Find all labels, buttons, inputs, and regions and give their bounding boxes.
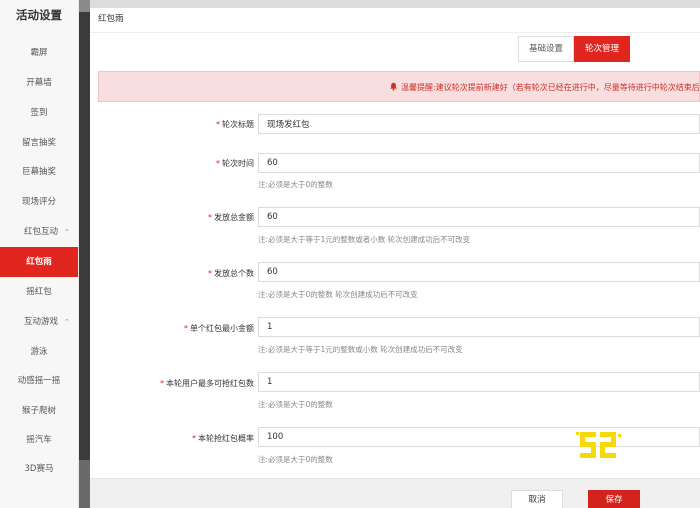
field-label-max-grab: * 本轮用户最多可抢红包数 [160,379,254,388]
sidebar-item-xianchang-pingfen[interactable]: 现场评分 [0,187,78,217]
notice-banner: 温馨提醒:建议轮次提前新建好（若有轮次已经在进行中，尽量等待进行中轮次结束后再创… [98,71,700,102]
hongbaoyu-panel: 红包雨 基础设置 轮次管理 温馨提醒:建议轮次提前新建好（若有轮次已经在进行中，… [90,8,700,508]
logo-52-icon [576,432,621,458]
min-amount-input[interactable] [258,317,700,337]
sidebar-title: 活动设置 [16,8,62,22]
sidebar-group-label: 红包互动 [24,227,59,237]
grab-probability-input[interactable] [258,427,700,447]
sidebar: 活动设置 霸屏 开幕墙 签到 留言抽奖 巨幕抽奖 现场评分 红包互动 ⌃ 红包雨… [0,0,79,508]
sidebar-group-hongbao[interactable]: 红包互动 ⌃ [0,219,78,245]
panel-title: 红包雨 [90,8,700,33]
sidebar-item-3d-saima[interactable]: 3D赛马 [0,454,78,484]
field-hint-total-amount: 注:必须是大于等于1元的整数或者小数 轮次创建成功后不可改变 [258,235,471,244]
chevron-up-icon: ⌃ [64,228,70,236]
sidebar-group-games[interactable]: 互动游戏 ⌃ [0,309,78,335]
round-time-input[interactable] [258,153,700,173]
field-hint-total-count: 注:必须是大于0的整数 轮次创建成功后不可改变 [258,290,418,299]
sidebar-item-yaoqiche[interactable]: 摇汽车 [0,425,78,455]
chevron-up-icon: ⌃ [64,318,70,326]
sidebar-item-liuyan-choujiang[interactable]: 留言抽奖 [0,128,78,158]
notice-text: 温馨提醒:建议轮次提前新建好（若有轮次已经在进行中，尽量等待进行中轮次结束后再创… [401,83,700,92]
sidebar-item-donggan-yaoyiyao[interactable]: 动感摇一摇 [0,366,78,396]
max-grab-input[interactable] [258,372,700,392]
sidebar-item-youyong[interactable]: 游泳 [0,337,78,367]
total-count-input[interactable] [258,262,700,282]
field-label-round-time: * 轮次时间 [216,159,254,168]
bell-icon [390,82,397,91]
modal-backdrop [79,0,90,508]
tab-round-management[interactable]: 轮次管理 [574,36,631,62]
sidebar-item-kaimuqiang[interactable]: 开幕墙 [0,68,78,98]
save-button[interactable]: 保存 [588,490,640,508]
sidebar-item-yaohongbao[interactable]: 摇红包 [0,277,78,307]
field-hint-grab-probability: 注:必须是大于0的整数 [258,455,333,464]
sidebar-item-bapin[interactable]: 霸屏 [0,38,78,68]
field-label-total-amount: * 发放总金额 [208,213,254,222]
panel-footer: 取消 保存 [90,478,700,508]
field-label-min-amount: * 单个红包最小金额 [184,324,254,333]
sidebar-group-label: 互动游戏 [24,317,59,327]
field-hint-max-grab: 注:必须是大于0的整数 [258,400,333,409]
field-label-total-count: * 发放总个数 [208,269,254,278]
sidebar-item-hongbaoyu[interactable]: 红包雨 [0,247,78,277]
cancel-button[interactable]: 取消 [511,490,563,508]
sidebar-item-houzi-pashu[interactable]: 猴子爬树 [0,396,78,426]
round-title-input[interactable] [258,114,700,134]
field-label-round-title: * 轮次标题 [216,120,254,129]
tab-bar: 基础设置 轮次管理 [518,36,631,62]
field-hint-min-amount: 注:必须是大于等于1元的整数或小数 轮次创建成功后不可改变 [258,345,463,354]
sidebar-item-qiandao[interactable]: 签到 [0,98,78,128]
field-hint-round-time: 注:必须是大于0的整数 [258,180,333,189]
top-strip [90,0,700,8]
total-amount-input[interactable] [258,207,700,227]
sidebar-item-jumu-choujiang[interactable]: 巨幕抽奖 [0,157,78,187]
tab-basic-settings[interactable]: 基础设置 [518,36,575,62]
field-label-grab-probability: * 本轮抢红包概率 [192,434,254,443]
